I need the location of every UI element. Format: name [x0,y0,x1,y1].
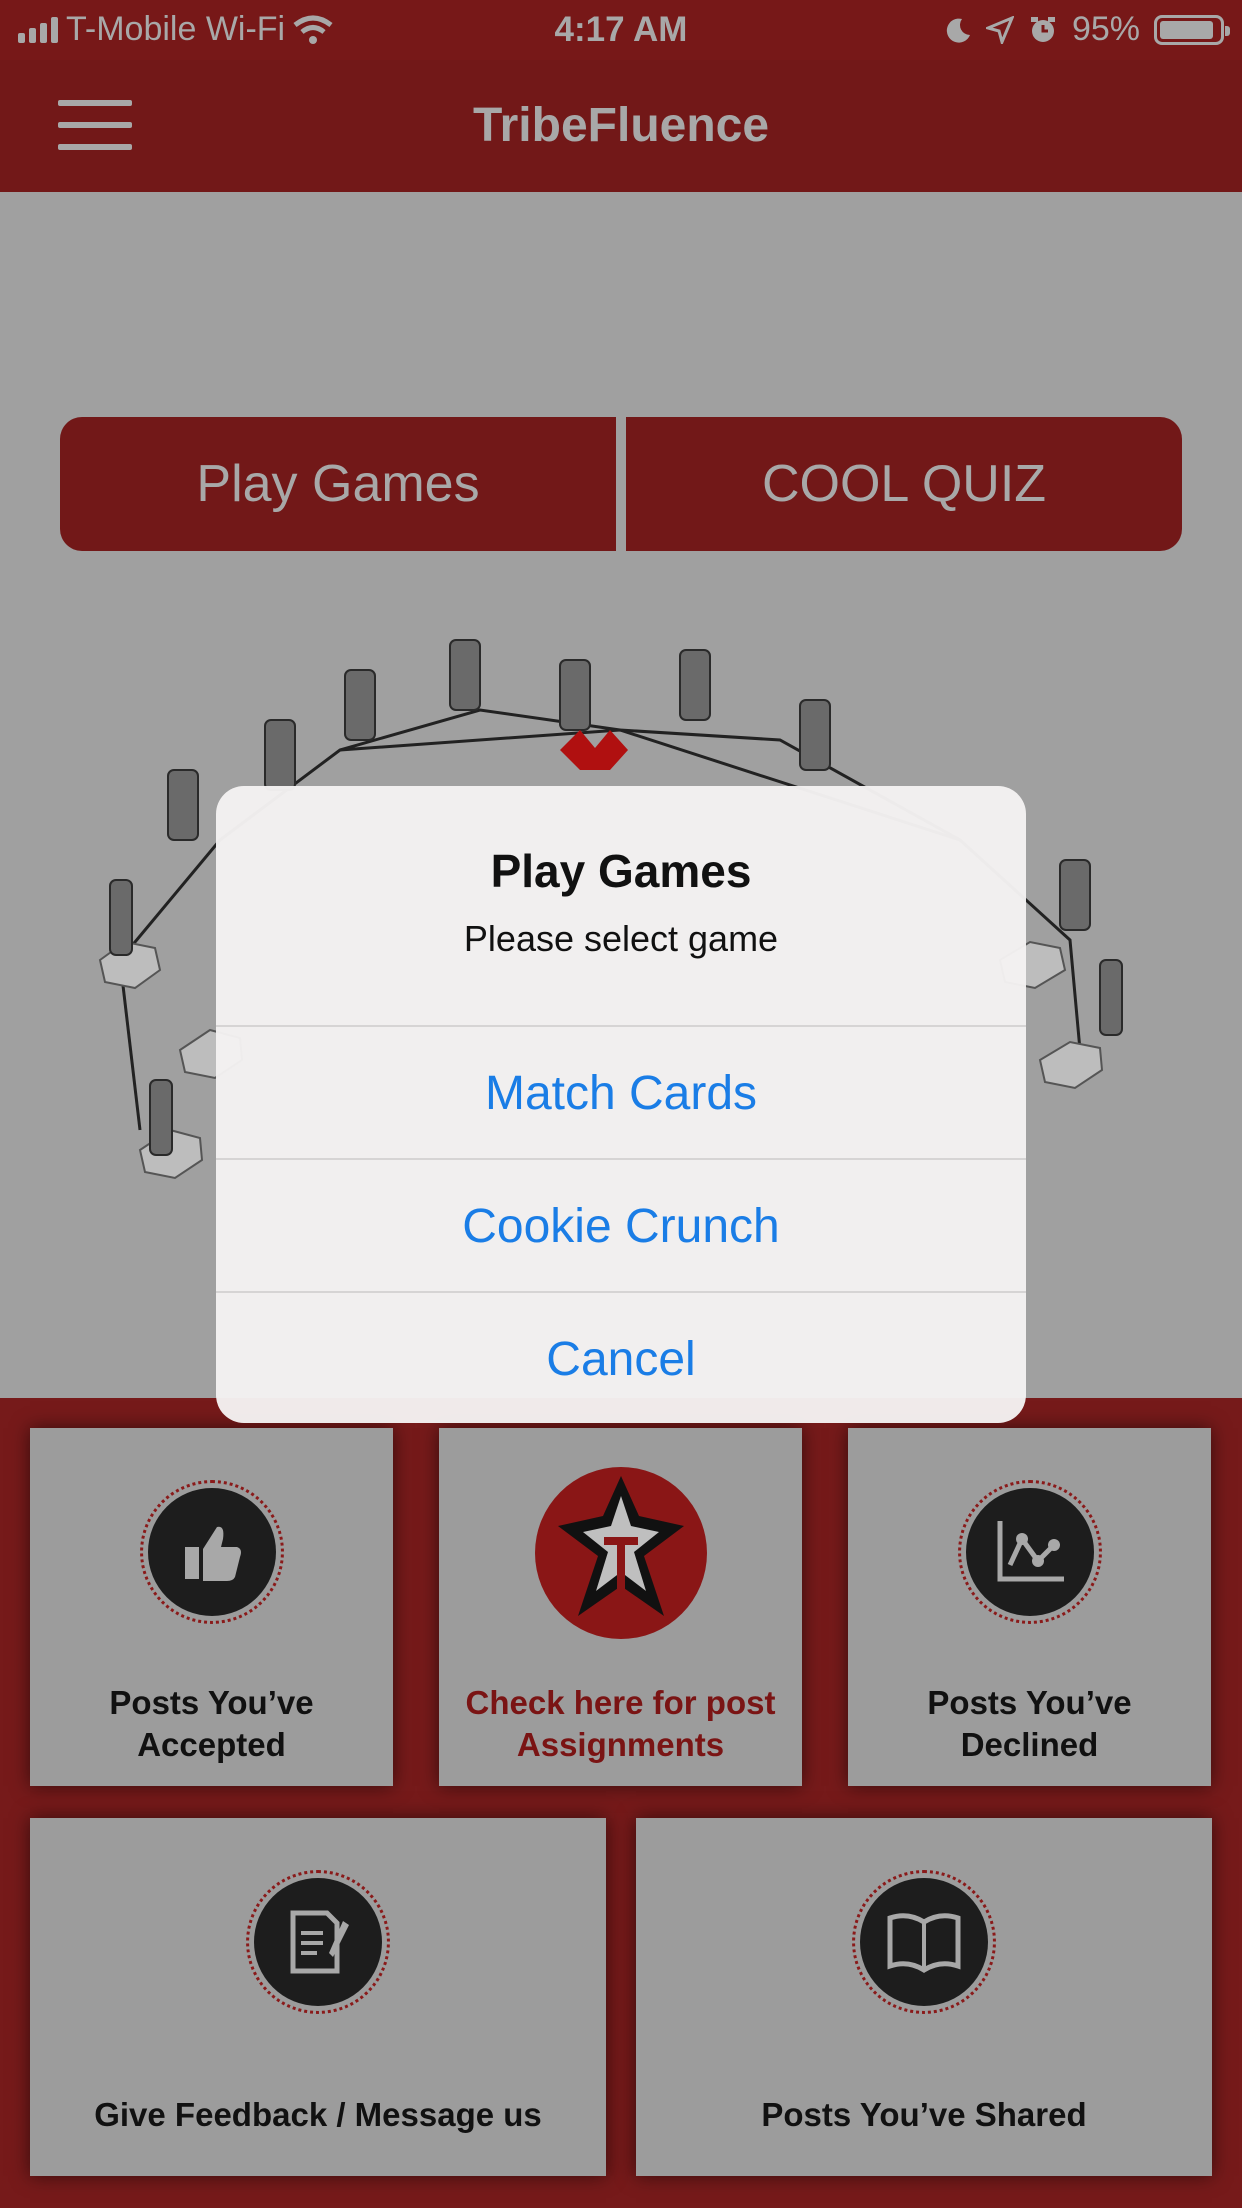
moon-icon [946,18,970,43]
tile-posts-declined[interactable]: Posts You’ve Declined [848,1428,1211,1786]
alert-title: Play Games [490,845,752,897]
thumbs-up-icon [140,1480,284,1624]
navbar: TribeFluence [0,60,1242,192]
tile-label: Posts You’ve Accepted [109,1684,314,1763]
play-games-button[interactable]: Play Games [60,417,616,551]
tile-grid: Posts You’ve Accepted Check here for pos… [0,1398,1242,2208]
alarm-icon [1030,16,1055,42]
tile-label: Give Feedback / Message us [94,2096,542,2133]
book-icon [852,1870,996,2014]
battery-percent: 95% [1071,10,1140,48]
tile-posts-accepted[interactable]: Posts You’ve Accepted [30,1428,393,1786]
play-games-alert: Play Games Please select game Match Card… [216,786,1026,1423]
tile-post-assignments[interactable]: Check here for post Assignments [439,1428,802,1786]
chart-icon [958,1480,1102,1624]
app-title: TribeFluence [472,99,770,152]
match-cards-button[interactable]: Match Cards [216,1025,1026,1159]
tile-label: Posts You’ve Shared [761,2096,1087,2133]
cookie-crunch-button[interactable]: Cookie Crunch [216,1158,1026,1292]
location-icon [985,15,1014,44]
cancel-button[interactable]: Cancel [216,1291,1026,1423]
status-bar: T-Mobile Wi-Fi 4:17 AM 95% [0,0,1242,60]
document-edit-icon [246,1870,390,2014]
top-button-group: Play Games COOL QUIZ [60,417,1182,551]
alert-message: Please select game [463,918,779,959]
tribal-logo-icon [535,1467,707,1639]
tile-label: Posts You’ve Declined [927,1684,1132,1763]
tile-give-feedback[interactable]: Give Feedback / Message us [30,1818,606,2176]
tile-label: Check here for post Assignments [465,1684,776,1763]
battery-icon [1154,14,1230,45]
cool-quiz-button[interactable]: COOL QUIZ [626,417,1182,551]
tile-posts-shared[interactable]: Posts You’ve Shared [636,1818,1212,2176]
